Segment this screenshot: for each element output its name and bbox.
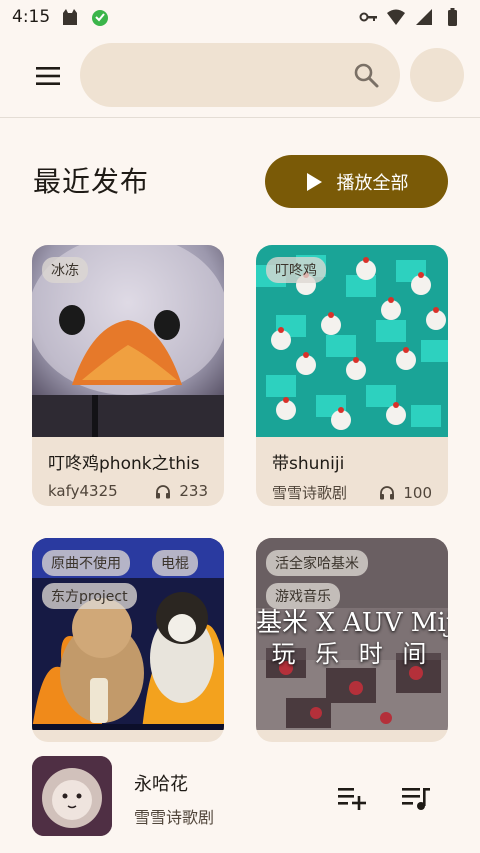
tag[interactable]: 原曲不使用	[42, 550, 130, 576]
status-bar: 4:15	[0, 0, 480, 34]
play-icon	[306, 172, 322, 191]
headphones-icon	[156, 484, 171, 498]
song-cover: 基米 X AUV Mij 玩 乐 时 间 活全家哈基米 游戏音乐	[256, 538, 448, 730]
song-card[interactable]: 原曲不使用 电棍 东方project	[32, 538, 224, 742]
headphones-icon	[380, 486, 395, 500]
song-card[interactable]: 叮咚鸡 带shuniji 雪雪诗歌剧 100	[256, 245, 448, 506]
song-card[interactable]: 基米 X AUV Mij 玩 乐 时 间 活全家哈基米 游戏音乐	[256, 538, 448, 742]
cover-text: 玩 乐 时 间	[271, 640, 433, 668]
search-icon[interactable]	[352, 61, 380, 89]
add-to-playlist-icon[interactable]	[336, 784, 368, 812]
section-title: 最近发布	[33, 165, 150, 198]
song-cover: 冰冻	[32, 245, 224, 437]
song-cover: 原曲不使用 电棍 东方project	[32, 538, 224, 730]
battery-icon	[448, 8, 457, 26]
song-card[interactable]: 冰冻 叮咚鸡phonk之this kafy4325 233	[32, 245, 224, 506]
play-count-value: 233	[179, 482, 208, 500]
user-avatar[interactable]	[410, 48, 464, 102]
search-bar[interactable]	[80, 43, 400, 107]
hamburger-menu-icon	[36, 67, 60, 85]
vpn-key-icon	[359, 12, 377, 22]
tag[interactable]: 东方project	[42, 583, 137, 609]
android-app-icon	[92, 10, 109, 26]
cat-app-icon	[63, 9, 78, 25]
tag[interactable]: 电棍	[152, 550, 198, 576]
status-time: 4:15	[12, 7, 51, 27]
play-all-button[interactable]: 播放全部	[265, 155, 448, 208]
song-cover: 叮咚鸡	[256, 245, 448, 437]
song-artist: kafy4325	[48, 482, 118, 500]
now-playing-title: 永哈花	[134, 774, 188, 795]
play-count: 233	[155, 482, 208, 500]
tag[interactable]: 冰冻	[42, 257, 88, 283]
song-title: 叮咚鸡phonk之this	[48, 454, 200, 474]
wifi-icon	[387, 9, 405, 25]
play-count-value: 100	[403, 483, 432, 502]
song-title: 带shuniji	[272, 454, 345, 474]
mini-player[interactable]: 永哈花 雪雪诗歌剧	[0, 742, 480, 853]
play-count: 100	[379, 484, 432, 502]
tag[interactable]: 活全家哈基米	[266, 550, 368, 576]
song-artist: 雪雪诗歌剧	[272, 484, 348, 502]
tag[interactable]: 叮咚鸡	[266, 257, 326, 283]
now-playing-cover	[32, 756, 112, 836]
cellular-signal-icon	[416, 9, 432, 25]
now-playing-artist: 雪雪诗歌剧	[134, 808, 215, 827]
tag[interactable]: 游戏音乐	[266, 583, 340, 609]
queue-music-icon[interactable]	[400, 784, 432, 812]
play-all-label: 播放全部	[336, 172, 409, 194]
top-app-bar	[0, 34, 480, 118]
menu-button[interactable]	[30, 62, 66, 90]
